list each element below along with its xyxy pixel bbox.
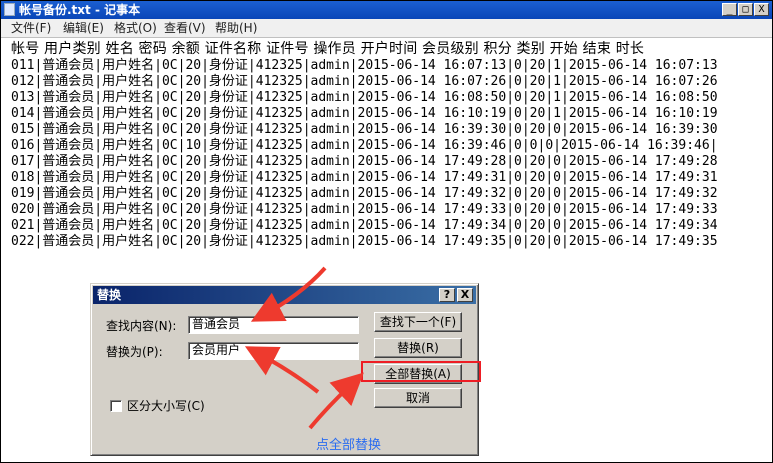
find-next-button[interactable]: 查找下一个(F) xyxy=(374,312,462,332)
maximize-button[interactable]: □ xyxy=(738,3,753,16)
text-editor-area[interactable]: 帐号 用户类别 姓名 密码 余额 证件名称 证件号 操作员 开户时间 会员级别 … xyxy=(3,39,769,261)
match-case-label: 区分大小写(C) xyxy=(127,399,205,413)
window-title: 帐号备份.txt - 记事本 xyxy=(19,3,141,17)
annotation-text: 点全部替换 xyxy=(316,438,382,453)
document-header-line: 帐号 用户类别 姓名 密码 余额 证件名称 证件号 操作员 开户时间 会员级别 … xyxy=(11,41,645,57)
replace-with-label: 替换为(P): xyxy=(106,345,163,359)
document-line: 013|普通会员|用户姓名|0C|20|身份证|412325|admin|201… xyxy=(11,90,718,105)
menu-format[interactable]: 格式(O) xyxy=(114,21,157,35)
find-what-label: 查找内容(N): xyxy=(106,319,177,333)
menu-file[interactable]: 文件(F) xyxy=(11,21,51,35)
document-line: 017|普通会员|用户姓名|0C|20|身份证|412325|admin|201… xyxy=(11,154,718,169)
replace-with-input[interactable]: 会员用户 xyxy=(188,342,359,360)
cancel-button[interactable]: 取消 xyxy=(374,388,462,408)
document-line: 021|普通会员|用户姓名|0C|20|身份证|412325|admin|201… xyxy=(11,218,718,233)
document-line: 020|普通会员|用户姓名|0C|20|身份证|412325|admin|201… xyxy=(11,202,718,217)
dialog-title: 替换 xyxy=(97,288,122,302)
menu-bar: 文件(F) 编辑(E) 格式(O) 查看(V) 帮助(H) xyxy=(1,19,772,38)
document-line: 016|普通会员|用户姓名|0C|10|身份证|412325|admin|201… xyxy=(11,138,718,153)
title-bar: 帐号备份.txt - 记事本 _ □ X xyxy=(1,1,772,19)
document-line: 019|普通会员|用户姓名|0C|20|身份证|412325|admin|201… xyxy=(11,186,718,201)
match-case-checkbox[interactable] xyxy=(110,400,122,412)
close-button[interactable]: X xyxy=(754,3,769,16)
document-line: 018|普通会员|用户姓名|0C|20|身份证|412325|admin|201… xyxy=(11,170,718,185)
dialog-help-button[interactable]: ? xyxy=(439,288,455,302)
replace-button[interactable]: 替换(R) xyxy=(374,338,462,358)
dialog-close-button[interactable]: X xyxy=(457,288,473,302)
minimize-button[interactable]: _ xyxy=(722,3,737,16)
replace-all-highlight-box xyxy=(361,361,481,382)
menu-view[interactable]: 查看(V) xyxy=(164,21,206,35)
dialog-title-bar: 替换 ? X xyxy=(93,286,476,304)
document-line: 011|普通会员|用户姓名|0C|20|身份证|412325|admin|201… xyxy=(11,58,718,73)
menu-edit[interactable]: 编辑(E) xyxy=(63,21,104,35)
menu-help[interactable]: 帮助(H) xyxy=(215,21,257,35)
document-line: 012|普通会员|用户姓名|0C|20|身份证|412325|admin|201… xyxy=(11,74,718,89)
document-line: 022|普通会员|用户姓名|0C|20|身份证|412325|admin|201… xyxy=(11,234,718,249)
notepad-icon xyxy=(4,3,15,16)
document-line: 014|普通会员|用户姓名|0C|20|身份证|412325|admin|201… xyxy=(11,106,718,121)
document-line: 015|普通会员|用户姓名|0C|20|身份证|412325|admin|201… xyxy=(11,122,718,137)
find-what-input[interactable]: 普通会员 xyxy=(188,316,359,334)
